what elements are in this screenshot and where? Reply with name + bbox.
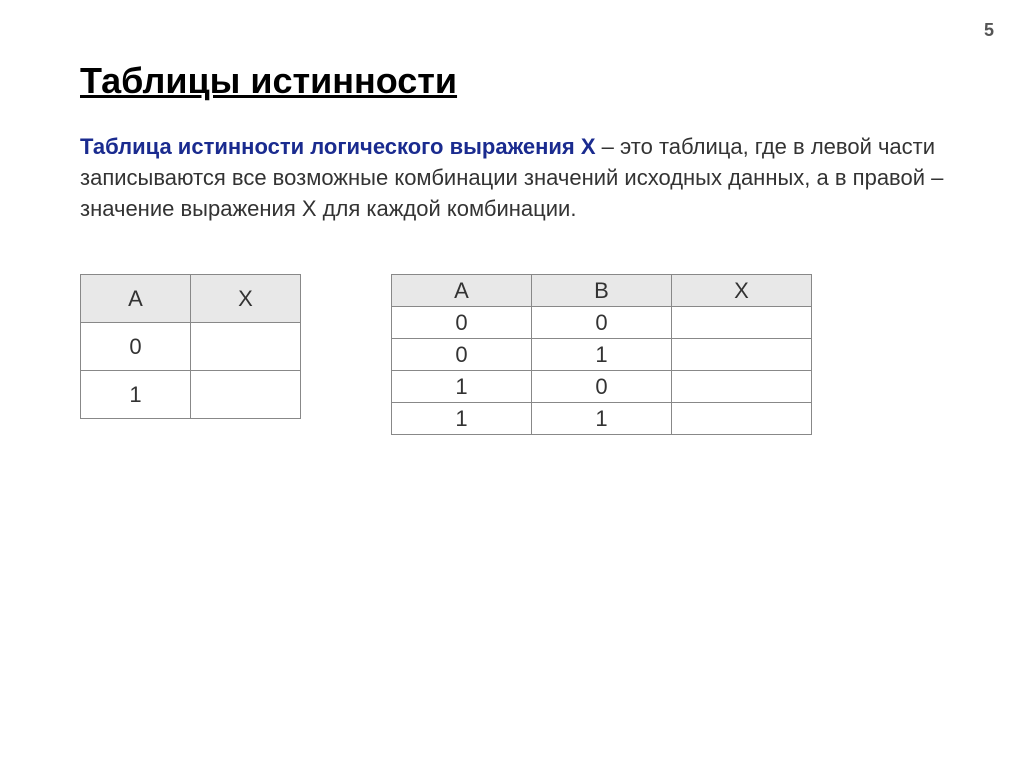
table-header-cell: X — [191, 275, 301, 323]
table-cell — [191, 323, 301, 371]
table-header-cell: X — [672, 275, 812, 307]
table-cell — [191, 371, 301, 419]
table-cell: 1 — [532, 403, 672, 435]
table-row: 1 — [81, 371, 301, 419]
table-header-row: A B X — [392, 275, 812, 307]
table-row: 0 — [81, 323, 301, 371]
table-cell: 0 — [81, 323, 191, 371]
page-number: 5 — [984, 20, 994, 41]
table-header-cell: A — [392, 275, 532, 307]
table-cell: 1 — [392, 371, 532, 403]
table-header-cell: B — [532, 275, 672, 307]
table-cell: 1 — [392, 403, 532, 435]
table-row: 0 1 — [392, 339, 812, 371]
table-row: 0 0 — [392, 307, 812, 339]
slide-content: Таблицы истинности Таблица истинности ло… — [0, 0, 1024, 435]
table-cell — [672, 339, 812, 371]
table-header-row: A X — [81, 275, 301, 323]
table-row: 1 1 — [392, 403, 812, 435]
table-row: 1 0 — [392, 371, 812, 403]
table-cell: 0 — [392, 307, 532, 339]
description-highlight: Таблица истинности логического выражения… — [80, 134, 596, 159]
table-cell: 0 — [532, 371, 672, 403]
table-cell — [672, 403, 812, 435]
slide-description: Таблица истинности логического выражения… — [80, 132, 944, 224]
table-cell: 0 — [532, 307, 672, 339]
table-cell: 0 — [392, 339, 532, 371]
truth-table-1: A X 0 1 — [80, 274, 301, 419]
table-cell: 1 — [81, 371, 191, 419]
slide-title: Таблицы истинности — [80, 60, 944, 102]
table-header-cell: A — [81, 275, 191, 323]
table-cell — [672, 307, 812, 339]
truth-table-2: A B X 0 0 0 1 1 0 — [391, 274, 812, 435]
tables-container: A X 0 1 A B X — [80, 274, 944, 435]
table-cell: 1 — [532, 339, 672, 371]
table-cell — [672, 371, 812, 403]
